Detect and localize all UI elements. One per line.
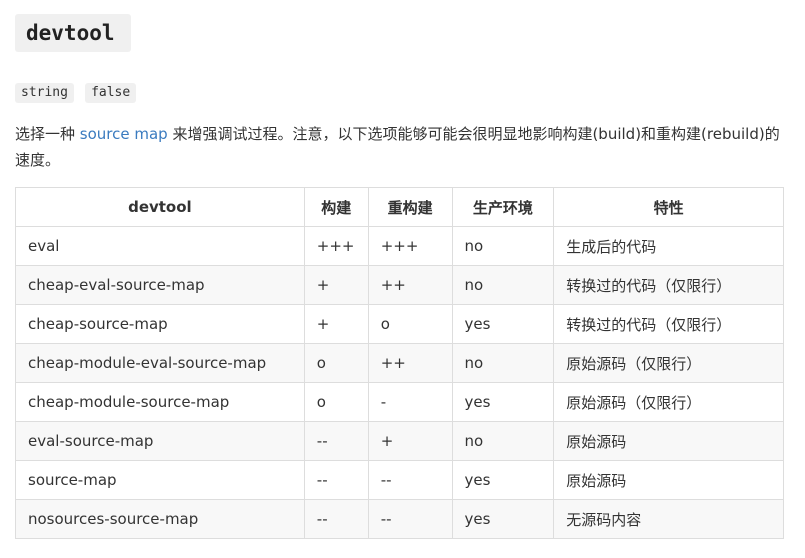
table-cell: source-map — [15, 460, 305, 500]
table-cell: +++ — [303, 226, 369, 266]
table-cell: o — [303, 343, 369, 383]
table-row: cheap-module-source-map o - yes 原始源码（仅限行） — [15, 382, 784, 422]
table-cell: 原始源码（仅限行） — [553, 382, 784, 422]
column-header: devtool — [15, 187, 305, 227]
column-header: 构建 — [303, 187, 369, 227]
table-cell: yes — [451, 460, 555, 500]
table-cell: -- — [303, 421, 369, 461]
table-cell: no — [451, 343, 555, 383]
table-cell: no — [451, 265, 555, 305]
column-header: 生产环境 — [451, 187, 555, 227]
column-header: 特性 — [553, 187, 784, 227]
table-cell: no — [451, 226, 555, 266]
table-cell: -- — [303, 460, 369, 500]
table-cell: 转换过的代码（仅限行） — [553, 265, 784, 305]
table-row: eval +++ +++ no 生成后的代码 — [15, 226, 784, 266]
table-cell: 转换过的代码（仅限行） — [553, 304, 784, 344]
table-cell: cheap-source-map — [15, 304, 305, 344]
table-cell: nosources-source-map — [15, 499, 305, 539]
table-row: cheap-source-map + o yes 转换过的代码（仅限行） — [15, 304, 784, 344]
table-cell: + — [303, 304, 369, 344]
table-cell: + — [367, 421, 453, 461]
table-cell: o — [303, 382, 369, 422]
table-cell: +++ — [367, 226, 453, 266]
table-cell: eval-source-map — [15, 421, 305, 461]
table-cell: 生成后的代码 — [553, 226, 784, 266]
table-cell: o — [367, 304, 453, 344]
table-header-row: devtool 构建 重构建 生产环境 特性 — [15, 187, 784, 227]
table-cell: eval — [15, 226, 305, 266]
table-cell: - — [367, 382, 453, 422]
table-cell: yes — [451, 304, 555, 344]
table-cell: 原始源码（仅限行） — [553, 343, 784, 383]
description-text: 选择一种 — [15, 125, 80, 143]
table-cell: 原始源码 — [553, 421, 784, 461]
table-cell: ++ — [367, 265, 453, 305]
table-cell: cheap-module-source-map — [15, 382, 305, 422]
table-cell: yes — [451, 499, 555, 539]
table-cell: -- — [367, 460, 453, 500]
table-cell: -- — [367, 499, 453, 539]
table-cell: yes — [451, 382, 555, 422]
type-tag: string — [15, 83, 74, 103]
section-heading: devtool — [15, 14, 131, 52]
description: 选择一种 source map 来增强调试过程。注意，以下选项能够可能会很明显地… — [15, 121, 790, 173]
table-cell: 无源码内容 — [553, 499, 784, 539]
type-list: string false — [15, 83, 142, 103]
table-cell: + — [303, 265, 369, 305]
table-row: cheap-eval-source-map + ++ no 转换过的代码（仅限行） — [15, 265, 784, 305]
table-row: eval-source-map -- + no 原始源码 — [15, 421, 784, 461]
table-row: nosources-source-map -- -- yes 无源码内容 — [15, 499, 784, 539]
table-cell: no — [451, 421, 555, 461]
source-map-link[interactable]: source map — [80, 125, 168, 143]
table-cell: -- — [303, 499, 369, 539]
devtool-options-table: devtool 构建 重构建 生产环境 特性 eval +++ +++ no 生成后的代码 che… — [15, 187, 784, 539]
table-cell: 原始源码 — [553, 460, 784, 500]
table-row: source-map -- -- yes 原始源码 — [15, 460, 784, 500]
table-row: cheap-module-eval-source-map o ++ no 原始源码（仅限… — [15, 343, 784, 383]
table-cell: cheap-eval-source-map — [15, 265, 305, 305]
column-header: 重构建 — [367, 187, 453, 227]
table-cell: cheap-module-eval-source-map — [15, 343, 305, 383]
type-tag: false — [85, 83, 137, 103]
table-cell: ++ — [367, 343, 453, 383]
